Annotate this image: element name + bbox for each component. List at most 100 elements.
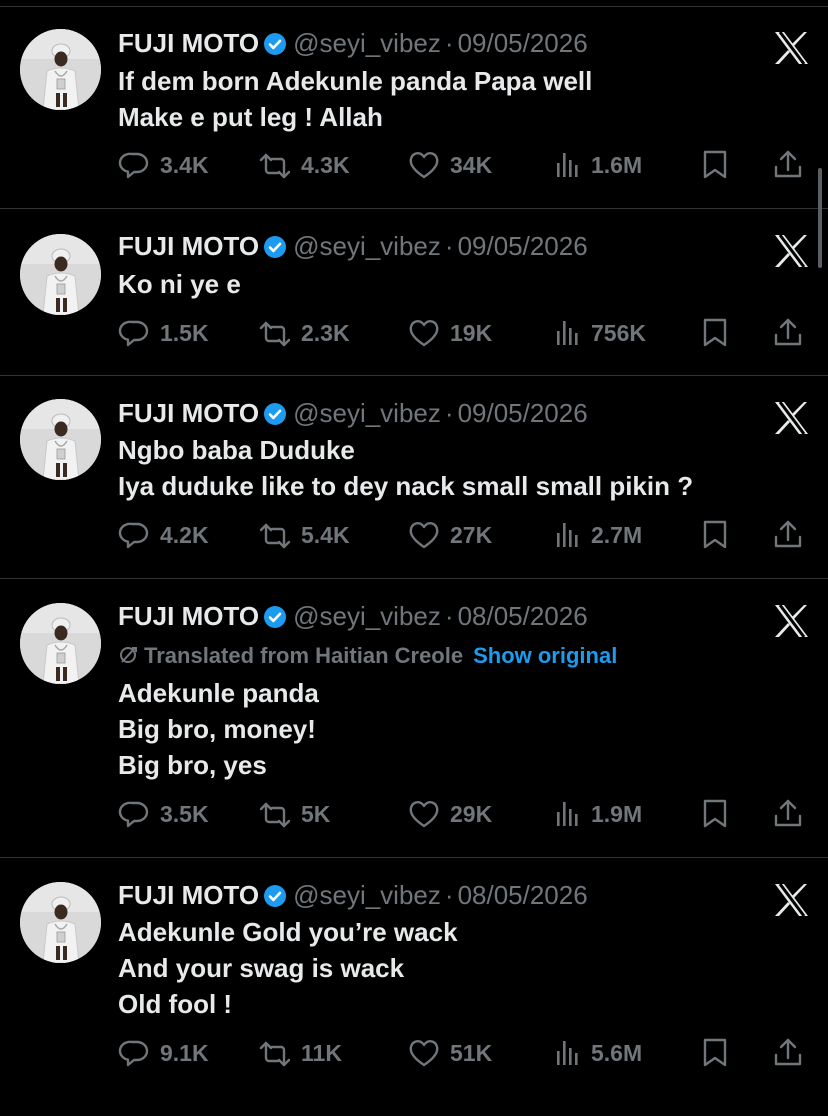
- tweet[interactable]: FUJI MOTO @seyi_vibez · 08/05/2026 Translate…: [0, 578, 828, 858]
- views-icon: [553, 149, 581, 181]
- author-handle[interactable]: @seyi_vibez: [293, 28, 441, 58]
- retweet-icon: [259, 1037, 291, 1069]
- tweet-date[interactable]: 08/05/2026: [458, 601, 588, 631]
- retweet-icon: [259, 519, 291, 551]
- separator-dot: ·: [444, 231, 454, 261]
- retweet-count: 11K: [301, 1039, 342, 1066]
- tweet-date[interactable]: 09/05/2026: [458, 398, 588, 428]
- bookmark-icon: [700, 1037, 730, 1069]
- tweet-text-line: Big bro, yes: [118, 750, 267, 780]
- tweet-header: FUJI MOTO @seyi_vibez · 08/05/2026: [118, 879, 588, 915]
- reply-button[interactable]: 9.1K: [118, 1036, 209, 1070]
- reply-icon: [118, 519, 150, 551]
- tweet-text: If dem born Adekunle panda Papa well Make…: [118, 63, 592, 135]
- views-button[interactable]: 5.6M: [553, 1036, 642, 1070]
- tweet-date[interactable]: 09/05/2026: [458, 28, 588, 58]
- tweet-header: FUJI MOTO @seyi_vibez · 09/05/2026: [118, 27, 588, 63]
- views-button[interactable]: 2.7M: [553, 518, 642, 552]
- retweet-button[interactable]: 5K: [259, 797, 330, 831]
- tweet[interactable]: FUJI MOTO @seyi_vibez · 08/05/2026 Adekunle …: [0, 857, 828, 1111]
- like-button[interactable]: 19K: [408, 316, 492, 350]
- like-button[interactable]: 27K: [408, 518, 492, 552]
- tweet-actions: 3.4K 4.3K 34K 1.6M: [0, 148, 828, 182]
- share-button[interactable]: [772, 797, 804, 831]
- share-button[interactable]: [772, 148, 804, 182]
- retweet-icon: [259, 317, 291, 349]
- bookmark-button[interactable]: [700, 518, 730, 552]
- tweet[interactable]: FUJI MOTO @seyi_vibez · 09/05/2026 Ko ni ye …: [0, 208, 828, 376]
- tweet-header: FUJI MOTO @seyi_vibez · 09/05/2026: [118, 230, 588, 266]
- views-icon: [553, 519, 581, 551]
- share-button[interactable]: [772, 1036, 804, 1070]
- share-button[interactable]: [772, 518, 804, 552]
- bookmark-button[interactable]: [700, 148, 730, 182]
- tweet-date[interactable]: 08/05/2026: [458, 880, 588, 910]
- retweet-count: 4.3K: [301, 151, 350, 178]
- translated-label: Translated from Haitian Creole: [144, 643, 464, 668]
- tweet[interactable]: FUJI MOTO @seyi_vibez · 09/05/2026 Ngbo baba…: [0, 375, 828, 579]
- like-count: 27K: [450, 521, 493, 548]
- tweet-actions: 1.5K 2.3K 19K 756K: [0, 316, 828, 350]
- bookmark-button[interactable]: [700, 797, 730, 831]
- tweet[interactable]: FUJI MOTO @seyi_vibez · 09/05/2026 If dem bo…: [0, 6, 828, 209]
- reply-button[interactable]: 3.5K: [118, 797, 209, 831]
- like-button[interactable]: 34K: [408, 148, 492, 182]
- tweet-date[interactable]: 09/05/2026: [458, 231, 588, 261]
- tweet-actions: 4.2K 5.4K 27K 2.7M: [0, 518, 828, 552]
- retweet-icon: [259, 149, 291, 181]
- author-name[interactable]: FUJI MOTO: [118, 880, 259, 910]
- reply-count: 1.5K: [160, 319, 209, 346]
- tweet-text-line: Big bro, money!: [118, 714, 316, 744]
- avatar[interactable]: [20, 234, 101, 315]
- heart-icon: [408, 798, 440, 830]
- bookmark-button[interactable]: [700, 1036, 730, 1070]
- verified-badge-icon: [263, 883, 287, 915]
- like-count: 19K: [450, 319, 493, 346]
- author-name[interactable]: FUJI MOTO: [118, 28, 259, 58]
- views-button[interactable]: 756K: [553, 316, 646, 350]
- retweet-button[interactable]: 2.3K: [259, 316, 350, 350]
- reply-button[interactable]: 1.5K: [118, 316, 209, 350]
- reply-button[interactable]: 4.2K: [118, 518, 209, 552]
- view-count: 5.6M: [591, 1039, 643, 1066]
- tweet-text-line: Ko ni ye e: [118, 269, 241, 299]
- scrollbar[interactable]: [818, 168, 822, 268]
- avatar[interactable]: [20, 399, 101, 480]
- show-original-link[interactable]: Show original: [473, 643, 617, 668]
- share-icon: [772, 798, 804, 830]
- author-handle[interactable]: @seyi_vibez: [293, 601, 441, 631]
- bookmark-button[interactable]: [700, 316, 730, 350]
- reply-count: 3.5K: [160, 800, 209, 827]
- verified-badge-icon: [263, 604, 287, 636]
- retweet-button[interactable]: 4.3K: [259, 148, 350, 182]
- tweet-text: Adekunle panda Big bro, money! Big bro, ye…: [118, 675, 319, 783]
- separator-dot: ·: [444, 398, 454, 428]
- views-button[interactable]: 1.9M: [553, 797, 642, 831]
- bookmark-icon: [700, 798, 730, 830]
- views-icon: [553, 317, 581, 349]
- like-button[interactable]: 51K: [408, 1036, 492, 1070]
- reply-icon: [118, 1037, 150, 1069]
- author-name[interactable]: FUJI MOTO: [118, 601, 259, 631]
- retweet-icon: [259, 798, 291, 830]
- separator-dot: ·: [444, 601, 454, 631]
- avatar[interactable]: [20, 29, 101, 110]
- share-button[interactable]: [772, 316, 804, 350]
- separator-dot: ·: [444, 880, 454, 910]
- author-name[interactable]: FUJI MOTO: [118, 398, 259, 428]
- retweet-button[interactable]: 11K: [259, 1036, 342, 1070]
- author-handle[interactable]: @seyi_vibez: [293, 880, 441, 910]
- retweet-button[interactable]: 5.4K: [259, 518, 350, 552]
- reply-button[interactable]: 3.4K: [118, 148, 209, 182]
- x-logo-icon: [772, 602, 810, 645]
- separator-dot: ·: [444, 28, 454, 58]
- author-handle[interactable]: @seyi_vibez: [293, 231, 441, 261]
- verified-badge-icon: [263, 31, 287, 63]
- author-name[interactable]: FUJI MOTO: [118, 231, 259, 261]
- avatar[interactable]: [20, 882, 101, 963]
- tweet-text-line: Adekunle panda: [118, 678, 319, 708]
- views-button[interactable]: 1.6M: [553, 148, 642, 182]
- avatar[interactable]: [20, 603, 101, 684]
- author-handle[interactable]: @seyi_vibez: [293, 398, 441, 428]
- like-button[interactable]: 29K: [408, 797, 492, 831]
